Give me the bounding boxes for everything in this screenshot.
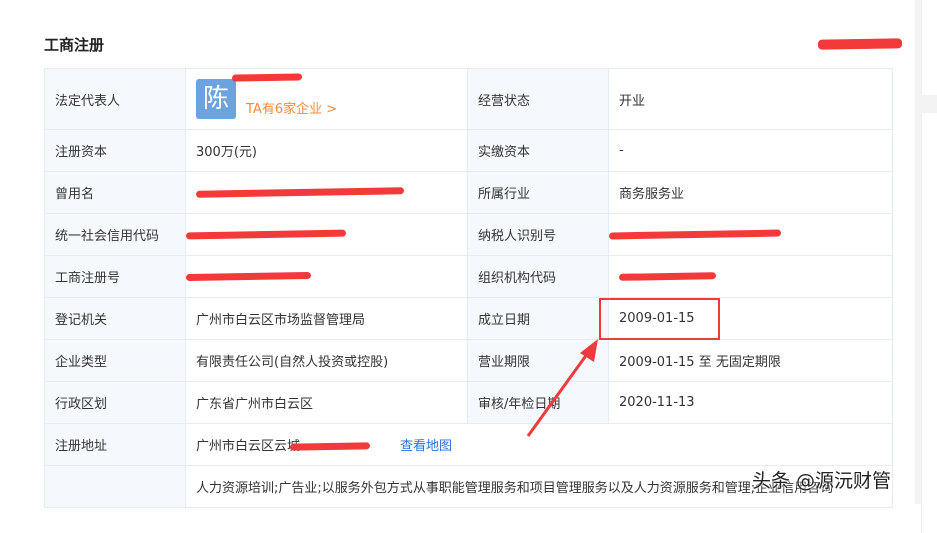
watermark: 头条 @源沅财管 <box>752 470 892 492</box>
annotation-arrow-icon <box>526 339 598 437</box>
